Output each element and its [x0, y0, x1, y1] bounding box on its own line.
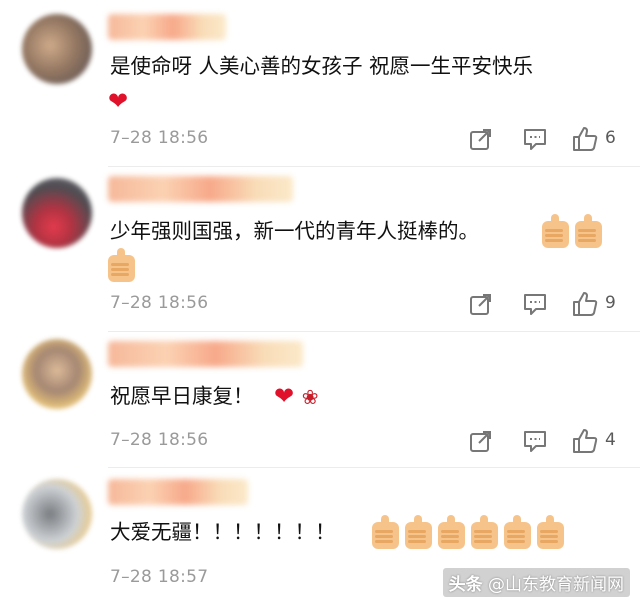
comment-item: 祝愿早日康复！ ❤ ❀ 7–28 18:56 4	[0, 333, 640, 466]
thumbs-up-emoji-icon	[504, 514, 531, 549]
comment-emoji: ❤ ❀	[274, 381, 319, 412]
avatar[interactable]	[22, 14, 92, 84]
like-count: 4	[605, 430, 616, 450]
divider	[108, 331, 640, 332]
thumbs-up-emoji-icon	[575, 213, 602, 248]
comment-timestamp: 7–28 18:57	[110, 567, 209, 587]
avatar[interactable]	[22, 178, 92, 248]
thumbs-up-emoji-icon	[542, 213, 569, 248]
comment-text: 大爱无疆！！！！！！！	[110, 520, 336, 544]
share-icon[interactable]	[468, 428, 494, 454]
comment-text: 祝愿早日康复！	[110, 384, 254, 408]
comment-item: 是使命呀 人美心善的女孩子 祝愿一生平安快乐 ❤ 7–28 18:56 6	[0, 0, 640, 168]
divider	[108, 467, 640, 468]
comment-timestamp: 7–28 18:56	[110, 430, 209, 450]
comment-emoji	[542, 213, 608, 248]
thumbs-up-emoji-icon	[471, 514, 498, 549]
avatar[interactable]	[22, 339, 92, 409]
avatar[interactable]	[22, 479, 92, 549]
like-count: 6	[605, 128, 616, 148]
watermark-brand: 头条	[448, 575, 483, 595]
thumbs-up-emoji-icon	[438, 514, 465, 549]
comment-text: 少年强则国强，新一代的青年人挺棒的。	[110, 219, 479, 243]
comment-timestamp: 7–28 18:56	[110, 293, 209, 313]
share-icon[interactable]	[468, 126, 494, 152]
thumbs-up-icon[interactable]	[572, 126, 598, 152]
comment-emoji: ❤	[108, 86, 128, 116]
reply-icon[interactable]	[522, 428, 548, 454]
rose-emoji-icon: ❀	[301, 385, 319, 409]
username-blurred[interactable]	[108, 14, 226, 40]
thumbs-up-emoji-icon	[108, 247, 135, 282]
thumbs-up-icon[interactable]	[572, 291, 598, 317]
thumbs-up-icon[interactable]	[572, 428, 598, 454]
comment-emoji	[108, 247, 141, 282]
divider	[108, 166, 640, 167]
heart-emoji-icon: ❤	[274, 382, 295, 410]
like-count: 9	[605, 293, 616, 313]
username-blurred[interactable]	[108, 176, 293, 202]
thumbs-up-emoji-icon	[405, 514, 432, 549]
reply-icon[interactable]	[522, 126, 548, 152]
watermark: 头条 @山东教育新闻网	[442, 568, 630, 597]
comment-timestamp: 7–28 18:56	[110, 128, 209, 148]
thumbs-up-emoji-icon	[372, 514, 399, 549]
watermark-handle: @山东教育新闻网	[488, 575, 624, 595]
username-blurred[interactable]	[108, 479, 248, 505]
reply-icon[interactable]	[522, 291, 548, 317]
comment-emoji	[372, 514, 570, 549]
username-blurred[interactable]	[108, 341, 303, 367]
heart-emoji-icon: ❤	[108, 87, 129, 115]
comment-text: 是使命呀 人美心善的女孩子 祝愿一生平安快乐	[110, 54, 534, 78]
share-icon[interactable]	[468, 291, 494, 317]
comment-item: 少年强则国强，新一代的青年人挺棒的。 7–28 18:56 9	[0, 168, 640, 333]
thumbs-up-emoji-icon	[537, 514, 564, 549]
